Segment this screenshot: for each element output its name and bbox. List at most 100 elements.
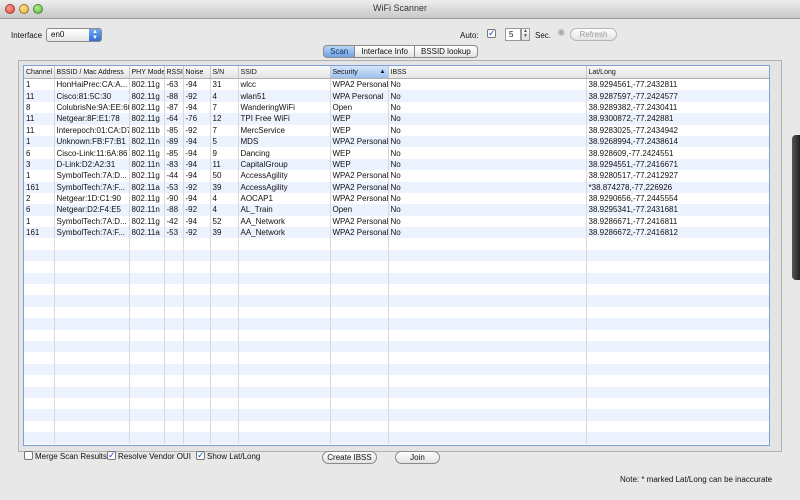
cell-lat-long [586,386,769,398]
show-latlong-checkbox[interactable]: ✓ [196,451,205,460]
empty-table-row[interactable] [24,318,769,330]
cell-bssid [54,363,130,376]
cell-lat-long: 38.9286672,-77.2416812 [586,227,769,239]
create-ibss-button[interactable]: Create IBSS [322,451,377,464]
cell-noise: -92 [183,124,211,136]
cell-lat-long: 38.9283025,-77.2434942 [586,124,769,136]
cell-ibss: No [388,181,587,193]
interval-stepper[interactable]: ▲ ▼ [521,28,530,41]
table-row[interactable]: 161 SymbolTech:7A:F... 802.11a -53 -92 39 AA_N… [24,227,769,239]
cell-ssid [238,409,331,421]
col-channel[interactable]: Channel [24,66,55,79]
empty-table-row[interactable] [24,420,769,433]
cell-phy-mode [129,272,165,285]
empty-table-row[interactable] [24,386,769,398]
table-row[interactable]: 1 Unknown:FB:F7:B1 802.11n -89 -94 5 MDS WPA2 P… [24,135,769,148]
cell-bssid [54,352,130,364]
table-row[interactable]: 2 Netgear:1D:C1:90 802.11g -90 -94 4 AOCAP1 WPA… [24,192,769,205]
table-row[interactable]: 11 Interepoch:01:CA:D7 802.11b -85 -92 7 MercS… [24,124,769,136]
cell-rssi: -42 [164,215,184,228]
cell-phy-mode [129,352,165,364]
table-row[interactable]: 1 SymbolTech:7A:D... 802.11g -44 -94 50 Access… [24,170,769,182]
col-ssid[interactable]: SSID [238,66,331,79]
empty-table-row[interactable] [24,284,769,296]
cell-rssi: -53 [164,227,184,239]
cell-ssid [238,261,331,273]
cell-ssid [238,284,331,296]
resolve-vendor-checkbox[interactable]: ✓ [107,451,116,460]
sec-label: Sec. [535,31,552,40]
cell-channel [24,318,55,330]
cell-channel [24,238,55,250]
table-row[interactable]: 8 ColubrisNe:9A:EE:60 802.11g -87 -94 7 Wander… [24,101,769,114]
cell-lat-long [586,329,769,341]
empty-table-row[interactable] [24,363,769,376]
cell-sn [210,409,239,421]
empty-table-row[interactable] [24,238,769,250]
cell-bssid [54,420,130,433]
cell-rssi: -88 [164,90,184,102]
cell-channel [24,375,55,387]
join-button[interactable]: Join [395,451,440,464]
cell-sn [210,375,239,387]
cell-sn [210,295,239,307]
empty-table-row[interactable] [24,432,769,444]
cell-lat-long: 38.9289382,-77.2430411 [586,101,769,114]
cell-channel: 8 [24,101,55,114]
cell-ssid [238,386,331,398]
col-ibss[interactable]: IBSS [388,66,587,79]
cell-noise [183,409,211,421]
col-rssi[interactable]: RSSI [164,66,184,79]
cell-ibss [388,420,587,433]
empty-table-row[interactable] [24,340,769,353]
empty-table-row[interactable] [24,329,769,341]
cell-noise: -92 [183,181,211,193]
tab-interface-info[interactable]: Interface Info [355,45,415,58]
cell-lat-long [586,238,769,250]
empty-table-row[interactable] [24,397,769,410]
table-row[interactable]: 6 Cisco-Link:11:6A:86 802.11g -85 -94 9 Dancin… [24,147,769,159]
col-security[interactable]: Security ▲ [330,66,389,79]
empty-table-row[interactable] [24,295,769,307]
empty-table-row[interactable] [24,375,769,387]
auto-checkbox[interactable]: ✓ [487,29,496,38]
interface-select[interactable]: en0 ▲ ▼ [46,28,102,42]
cell-bssid [54,386,130,398]
table-row[interactable]: 1 SymbolTech:7A:D... 802.11g -42 -94 52 AA_Net… [24,215,769,228]
col-sn[interactable]: S/N [210,66,239,79]
table-row[interactable]: 161 SymbolTech:7A:F... 802.11a -53 -92 39 Acce… [24,181,769,193]
table-row[interactable]: 6 Netgear:D2:F4:E5 802.11n -88 -92 4 AL_Train O… [24,204,769,216]
empty-table-row[interactable] [24,249,769,262]
tab-bssid-lookup[interactable]: BSSID lookup [414,45,478,58]
cell-ssid [238,306,331,319]
empty-table-row[interactable] [24,409,769,421]
merge-scan-checkbox[interactable] [24,451,33,460]
empty-table-row[interactable] [24,306,769,319]
cell-rssi: -85 [164,124,184,136]
cell-bssid: Netgear:8F:E1:78 [54,113,130,125]
cell-security [330,363,389,376]
side-drawer-handle[interactable] [792,135,800,280]
table-body: 1 HonHaiPrec:CA:A... 802.11g -63 -94 31 wlcc WP… [24,78,769,444]
table-row[interactable]: 3 D-Link:D2:A2:31 802.11n -83 -94 11 CapitalGr… [24,158,769,171]
cell-rssi [164,409,184,421]
cell-lat-long: *38.874278,-77.226926 [586,181,769,193]
tab-scan[interactable]: Scan [323,45,356,58]
col-bssid[interactable]: BSSID / Mac Address [54,66,130,79]
empty-table-row[interactable] [24,261,769,273]
empty-table-row[interactable] [24,272,769,285]
col-noise[interactable]: Noise [183,66,211,79]
cell-ssid: AOCAP1 [238,192,331,205]
empty-table-row[interactable] [24,352,769,364]
scan-results-table[interactable]: Channel BSSID / Mac Address PHY Mode RSS… [23,65,770,446]
col-phy-mode[interactable]: PHY Mode [129,66,165,79]
cell-ssid: WanderingWiFi [238,101,331,114]
interval-field[interactable]: 5 [505,28,521,41]
table-row[interactable]: 11 Netgear:8F:E1:78 802.11g -64 -76 12 TPI Fre… [24,113,769,125]
cell-rssi [164,272,184,285]
table-row[interactable]: 1 HonHaiPrec:CA:A... 802.11g -63 -94 31 wlcc WP… [24,78,769,91]
cell-channel [24,272,55,285]
refresh-button[interactable]: Refresh [570,28,617,41]
table-row[interactable]: 11 Cisco:81:5C:30 802.11g -88 -92 4 wlan51 WPA … [24,90,769,102]
col-lat-long[interactable]: Lat/Long [586,66,769,79]
